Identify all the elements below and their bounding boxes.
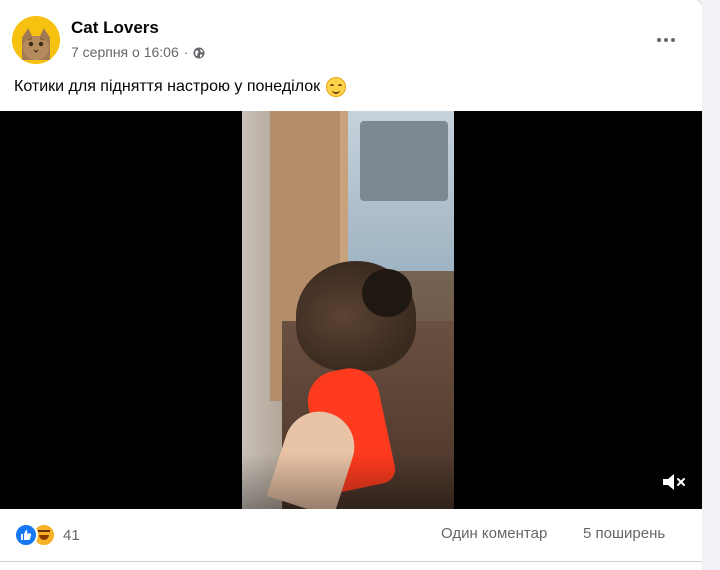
video-frame (242, 111, 454, 509)
page-avatar[interactable] (12, 16, 60, 64)
volume-muted-icon[interactable] (660, 469, 688, 495)
globe-icon[interactable] (193, 46, 205, 59)
comments-count-link[interactable]: Один коментар (441, 525, 547, 542)
post-date-link[interactable]: 7 серпня о 16:06 (71, 44, 179, 60)
post-card: Cat Lovers 7 серпня о 16:06 · Котики для… (0, 0, 702, 570)
more-options-icon[interactable] (648, 22, 684, 58)
post-message: Котики для підняття настрою у понеділок (14, 78, 321, 95)
shares-count-link[interactable]: 5 поширень (583, 525, 665, 542)
smiling-face-emoji (326, 77, 347, 97)
page-name-link[interactable]: Cat Lovers (71, 18, 159, 38)
cat-avatar-image (12, 16, 60, 64)
post-footer: 41 Один коментар 5 поширень (0, 509, 702, 562)
like-reaction-icon (14, 523, 38, 547)
post-text: Котики для підняття настрою у понеділок (14, 77, 347, 97)
video-controls-overlay (0, 453, 702, 509)
meta-separator: · (183, 44, 189, 60)
video-player[interactable] (0, 111, 702, 509)
reactions-summary[interactable]: 41 (14, 523, 80, 547)
post-header: Cat Lovers 7 серпня о 16:06 · (12, 14, 692, 64)
feed-background (702, 0, 720, 570)
reaction-count: 41 (63, 526, 80, 544)
post-meta: 7 серпня о 16:06 · (71, 44, 205, 60)
